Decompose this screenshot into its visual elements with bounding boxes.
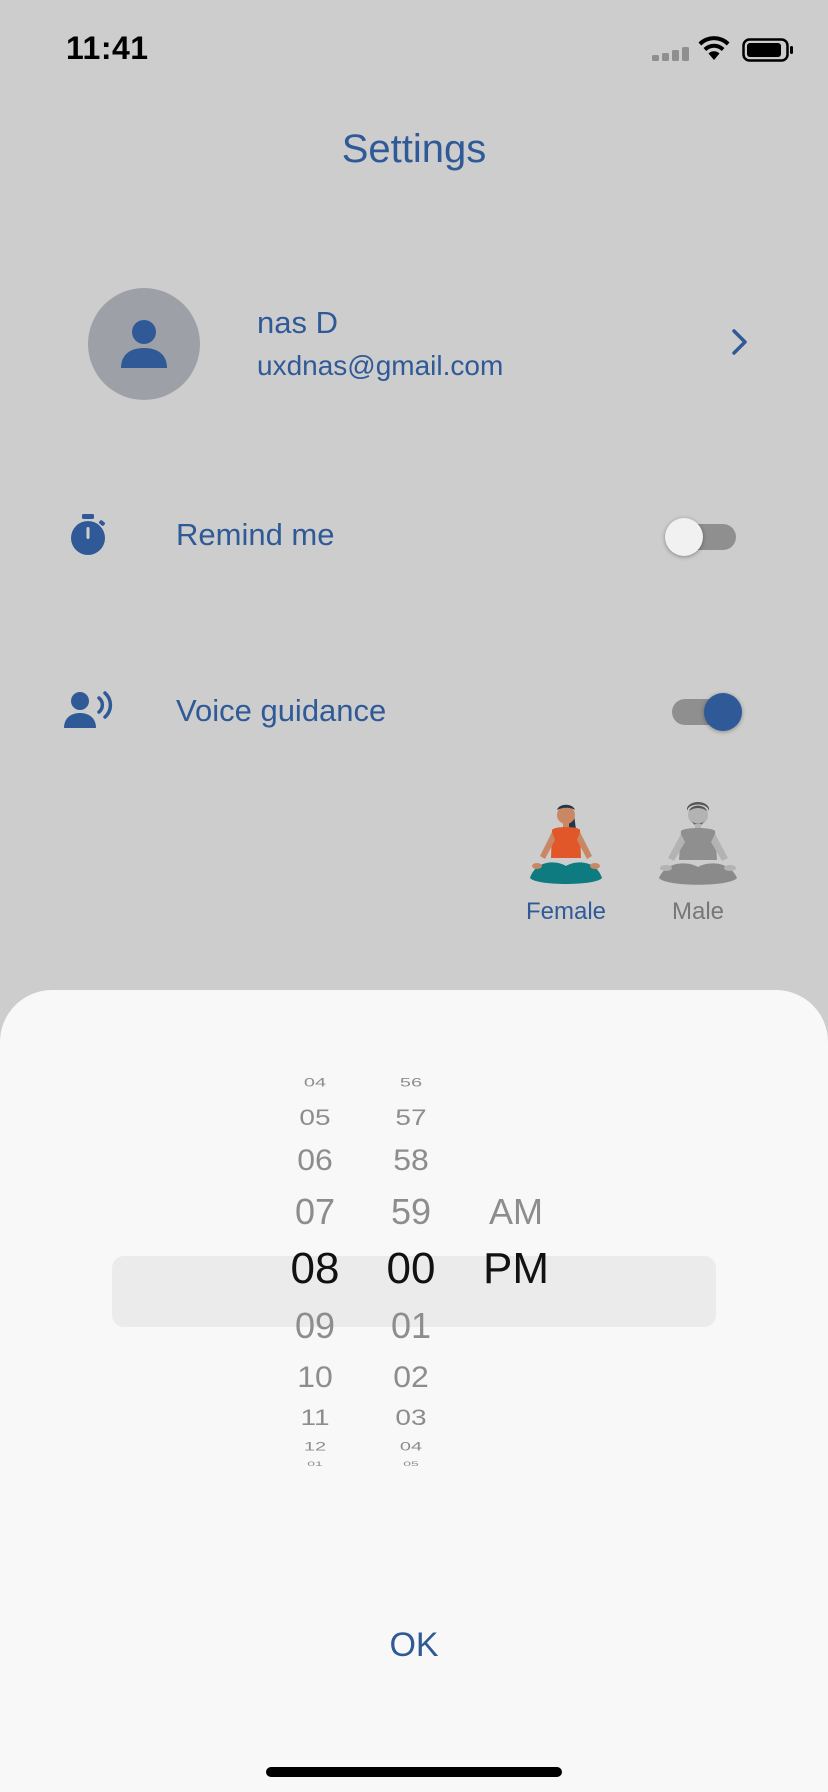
timer-icon <box>71 514 105 555</box>
period-wheel[interactable]: AM PM <box>456 1062 576 1518</box>
minute-option[interactable]: 55 <box>351 1062 471 1064</box>
profile-name: nas D <box>257 305 338 340</box>
minute-option[interactable]: 00 <box>351 1247 471 1291</box>
minute-option[interactable]: 59 <box>351 1194 471 1230</box>
male-voice-option[interactable]: Male <box>628 792 768 932</box>
minute-wheel[interactable]: 55 56 57 58 59 00 01 02 03 04 05 <box>351 1062 471 1518</box>
minute-option[interactable]: 58 <box>351 1145 471 1174</box>
period-option[interactable]: PM <box>456 1247 576 1291</box>
minute-option[interactable]: 57 <box>351 1106 471 1129</box>
ok-button[interactable]: OK <box>0 1626 828 1665</box>
voice-guidance-toggle[interactable] <box>668 691 748 733</box>
minute-option[interactable]: 56 <box>351 1077 471 1089</box>
female-label: Female <box>525 898 607 925</box>
voice-guidance-label: Voice guidance <box>176 693 387 728</box>
profile-email: uxdnas@gmail.com <box>257 350 504 381</box>
chevron-right-icon[interactable] <box>730 328 750 356</box>
minute-option[interactable]: 05 <box>351 1461 471 1467</box>
minute-option[interactable]: 02 <box>351 1362 471 1391</box>
wifi-icon <box>698 36 730 60</box>
male-label: Male <box>671 898 725 925</box>
period-option[interactable]: AM <box>456 1194 576 1230</box>
remind-me-toggle[interactable] <box>664 517 744 557</box>
voice-icon <box>64 691 113 728</box>
person-icon <box>121 320 167 368</box>
remind-me-label: Remind me <box>176 517 335 552</box>
battery-icon <box>742 38 793 62</box>
minute-option[interactable]: 04 <box>351 1441 471 1453</box>
time-picker[interactable]: 0304050607080910111201 55565758590001020… <box>0 1062 828 1518</box>
avatar[interactable] <box>88 288 200 400</box>
status-time: 11:41 <box>66 30 149 66</box>
minute-option[interactable]: 03 <box>351 1406 471 1429</box>
minute-option[interactable]: 01 <box>351 1308 471 1344</box>
cellular-signal-icon <box>652 47 692 61</box>
home-indicator <box>266 1767 562 1777</box>
male-meditation-icon <box>659 802 737 885</box>
female-voice-option[interactable]: Female <box>496 792 636 932</box>
female-meditation-icon <box>530 804 602 884</box>
page-title: Settings <box>341 127 487 171</box>
